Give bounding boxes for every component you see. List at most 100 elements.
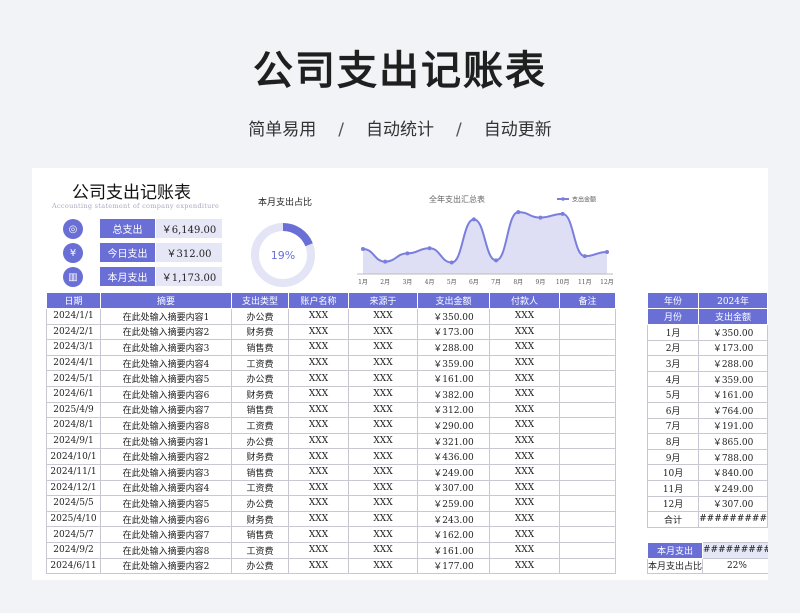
table-cell[interactable]: 2024/3/1 — [46, 339, 101, 356]
table-cell[interactable]: XXX — [348, 354, 418, 372]
table-cell[interactable]: 在此处输入摘要内容4 — [100, 479, 232, 497]
table-cell[interactable]: XXX — [489, 495, 560, 512]
amount-cell[interactable]: ￥764.00 — [698, 401, 768, 419]
table-cell[interactable]: XXX — [489, 479, 560, 497]
table-cell[interactable]: XXX — [489, 541, 560, 559]
table-cell[interactable]: 2024/12/1 — [46, 479, 101, 497]
table-cell[interactable] — [559, 432, 616, 450]
table-cell[interactable]: XXX — [489, 463, 560, 481]
table-cell[interactable]: 2025/4/10 — [46, 510, 101, 528]
table-cell[interactable]: 2024/5/1 — [46, 370, 101, 387]
table-cell[interactable]: 在此处输入摘要内容3 — [100, 339, 232, 356]
table-cell[interactable]: XXX — [288, 417, 349, 434]
table-cell[interactable] — [559, 417, 616, 434]
table-cell[interactable]: 办公费 — [231, 495, 289, 512]
table-cell[interactable]: ￥243.00 — [417, 510, 490, 528]
month-cell[interactable]: 4月 — [646, 370, 700, 388]
table-cell[interactable]: XXX — [348, 417, 418, 434]
table-cell[interactable]: XXX — [489, 323, 560, 341]
amount-cell[interactable]: ￥161.00 — [698, 386, 768, 403]
month-cell[interactable]: 5月 — [646, 386, 700, 403]
table-cell[interactable]: XXX — [348, 557, 418, 575]
table-cell[interactable]: XXX — [288, 401, 349, 419]
table-cell[interactable]: 2025/4/9 — [46, 401, 101, 419]
table-cell[interactable] — [559, 557, 616, 575]
table-cell[interactable]: XXX — [288, 339, 349, 356]
table-cell[interactable]: XXX — [288, 526, 349, 543]
table-cell[interactable]: XXX — [348, 526, 418, 543]
amount-cell[interactable]: ￥307.00 — [698, 495, 768, 513]
table-cell[interactable]: ￥436.00 — [417, 448, 490, 465]
table-cell[interactable]: 工资费 — [231, 541, 289, 559]
table-cell[interactable]: ￥161.00 — [417, 370, 490, 387]
table-cell[interactable]: 销售费 — [231, 463, 289, 481]
table-cell[interactable]: ￥259.00 — [417, 495, 490, 512]
kpi-today-value[interactable]: ￥312.00 — [156, 243, 222, 262]
table-cell[interactable]: XXX — [288, 354, 349, 372]
table-cell[interactable]: 2024/1/1 — [46, 308, 101, 325]
table-cell[interactable]: XXX — [348, 479, 418, 497]
table-cell[interactable]: 在此处输入摘要内容3 — [100, 463, 232, 481]
table-cell[interactable] — [559, 401, 616, 419]
table-cell[interactable]: 在此处输入摘要内容8 — [100, 417, 232, 434]
table-cell[interactable] — [559, 354, 616, 372]
month-cell[interactable]: 8月 — [646, 433, 700, 450]
table-cell[interactable]: 财务费 — [231, 323, 289, 341]
kpi-month-value[interactable]: ￥1,173.00 — [156, 267, 222, 286]
table-cell[interactable]: XXX — [348, 432, 418, 450]
table-cell[interactable] — [559, 339, 616, 356]
table-cell[interactable]: 在此处输入摘要内容1 — [100, 432, 232, 450]
table-cell[interactable]: XXX — [288, 495, 349, 512]
amount-cell[interactable]: ￥191.00 — [698, 417, 768, 435]
table-cell[interactable]: 销售费 — [231, 401, 289, 419]
amount-cell[interactable]: ￥350.00 — [698, 324, 768, 341]
table-cell[interactable]: ￥321.00 — [417, 432, 490, 450]
amount-cell[interactable]: ￥288.00 — [698, 355, 768, 372]
table-cell[interactable]: XXX — [348, 339, 418, 356]
table-cell[interactable]: ￥288.00 — [417, 339, 490, 356]
total-value[interactable]: ######### — [698, 511, 768, 528]
table-cell[interactable]: ￥173.00 — [417, 323, 490, 341]
table-cell[interactable]: XXX — [489, 354, 560, 372]
table-cell[interactable]: 在此处输入摘要内容6 — [100, 510, 232, 528]
month-cell[interactable]: 9月 — [646, 448, 700, 466]
table-cell[interactable]: 2024/4/1 — [46, 354, 101, 372]
amount-cell[interactable]: ￥359.00 — [698, 370, 768, 388]
table-cell[interactable]: 2024/10/1 — [46, 448, 101, 465]
table-cell[interactable]: 在此处输入摘要内容1 — [100, 308, 232, 325]
table-cell[interactable]: XXX — [489, 401, 560, 419]
table-cell[interactable]: XXX — [348, 495, 418, 512]
table-cell[interactable]: 在此处输入摘要内容2 — [100, 557, 232, 575]
table-cell[interactable]: XXX — [288, 557, 349, 575]
table-cell[interactable]: 在此处输入摘要内容7 — [100, 526, 232, 543]
table-cell[interactable] — [559, 308, 616, 325]
table-cell[interactable]: XXX — [348, 510, 418, 528]
month-ratio-value[interactable]: 22% — [702, 557, 768, 575]
table-cell[interactable]: 在此处输入摘要内容5 — [100, 495, 232, 512]
table-cell[interactable] — [559, 510, 616, 528]
table-cell[interactable]: XXX — [489, 510, 560, 528]
kpi-total-value[interactable]: ￥6,149.00 — [156, 219, 222, 238]
table-cell[interactable]: 办公费 — [231, 370, 289, 387]
table-cell[interactable] — [559, 463, 616, 481]
table-cell[interactable]: 工资费 — [231, 417, 289, 434]
table-cell[interactable] — [559, 385, 616, 403]
table-cell[interactable]: XXX — [348, 401, 418, 419]
month-cell[interactable]: 10月 — [646, 464, 700, 481]
table-cell[interactable]: XXX — [489, 448, 560, 465]
table-cell[interactable]: 工资费 — [231, 479, 289, 497]
table-cell[interactable]: ￥350.00 — [417, 308, 490, 325]
table-cell[interactable]: XXX — [288, 308, 349, 325]
table-cell[interactable]: 2024/5/5 — [46, 495, 101, 512]
month-cell[interactable]: 11月 — [646, 479, 700, 497]
table-cell[interactable]: XXX — [288, 370, 349, 387]
table-cell[interactable]: ￥290.00 — [417, 417, 490, 434]
table-cell[interactable]: XXX — [288, 323, 349, 341]
table-cell[interactable]: 2024/6/11 — [46, 557, 101, 575]
table-cell[interactable]: XXX — [489, 308, 560, 325]
table-cell[interactable]: 2024/9/1 — [46, 432, 101, 450]
table-cell[interactable]: XXX — [348, 385, 418, 403]
table-cell[interactable]: 办公费 — [231, 432, 289, 450]
table-cell[interactable] — [559, 495, 616, 512]
table-cell[interactable] — [559, 479, 616, 497]
